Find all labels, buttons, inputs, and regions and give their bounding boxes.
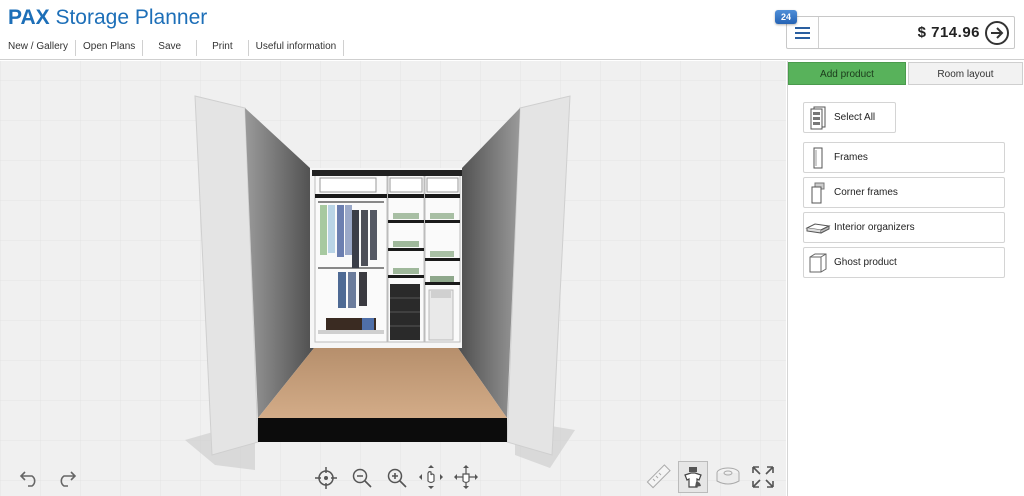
panel-tabs: Add product Room layout xyxy=(788,61,1024,86)
zoom-out-icon[interactable] xyxy=(348,464,376,492)
corner-frames-label: Corner frames xyxy=(834,187,898,198)
ghost-product-icon xyxy=(804,248,832,277)
3d-viewport[interactable] xyxy=(0,61,786,496)
fullscreen-icon[interactable] xyxy=(749,463,777,491)
tab-room-layout[interactable]: Room layout xyxy=(908,62,1023,85)
app-title-name: Storage Planner xyxy=(55,6,208,29)
main-menu: New / Gallery Open Plans Save Print Usef… xyxy=(0,40,345,56)
ghost-product-button[interactable]: Ghost product xyxy=(803,247,1005,278)
zoom-in-icon[interactable] xyxy=(383,464,411,492)
select-all-label: Select All xyxy=(834,112,876,123)
select-all-button[interactable]: Select All xyxy=(803,102,896,133)
tape-icon[interactable] xyxy=(714,463,742,491)
center-view-icon[interactable] xyxy=(312,464,340,492)
pan-icon[interactable] xyxy=(452,463,480,491)
interior-organizers-label: Interior organizers xyxy=(834,222,915,233)
arrow-right-circle-icon[interactable] xyxy=(985,20,1009,45)
wardrobe-scene[interactable] xyxy=(0,61,786,496)
interior-organizer-icon xyxy=(804,213,832,242)
price-box: $ 714.96 xyxy=(786,16,1015,49)
frame-icon xyxy=(804,143,832,172)
redo-icon[interactable] xyxy=(52,464,80,492)
header: PAX Storage Planner New / Gallery Open P… xyxy=(0,0,1024,60)
measure-icon[interactable] xyxy=(644,463,672,491)
item-count-badge: 24 xyxy=(775,10,797,24)
undo-icon[interactable] xyxy=(16,464,44,492)
corner-frame-icon xyxy=(804,178,832,207)
frames-label: Frames xyxy=(834,152,868,163)
total-price: $ 714.96 xyxy=(917,24,980,41)
ghost-product-label: Ghost product xyxy=(834,257,897,268)
corner-frames-button[interactable]: Corner frames xyxy=(803,177,1005,208)
menu-print[interactable]: Print xyxy=(197,40,249,56)
show-contents-icon[interactable] xyxy=(678,461,708,493)
menu-useful-information[interactable]: Useful information xyxy=(249,40,345,56)
tab-add-product[interactable]: Add product xyxy=(788,62,906,85)
rotate-icon[interactable] xyxy=(417,463,445,491)
select-all-icon xyxy=(804,103,832,132)
menu-save[interactable]: Save xyxy=(143,40,198,56)
interior-organizers-button[interactable]: Interior organizers xyxy=(803,212,1005,243)
frames-button[interactable]: Frames xyxy=(803,142,1005,173)
menu-open-plans[interactable]: Open Plans xyxy=(76,40,144,56)
product-panel: Add product Room layout Select All Frame… xyxy=(787,61,1024,496)
app-title: PAX Storage Planner xyxy=(8,6,207,30)
menu-new-gallery[interactable]: New / Gallery xyxy=(0,40,77,56)
app-title-brand: PAX xyxy=(8,6,50,29)
